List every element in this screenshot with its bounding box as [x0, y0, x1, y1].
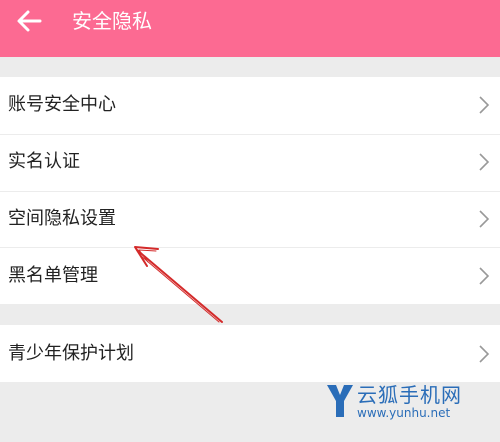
menu-item-label: 账号安全中心 — [8, 94, 116, 116]
menu-item-account-security[interactable]: 账号安全中心 — [0, 77, 500, 134]
watermark-url: www.yunhu.net — [357, 406, 451, 420]
menu-item-blacklist[interactable]: 黑名单管理 — [0, 247, 500, 304]
settings-group-primary: 账号安全中心 实名认证 空间隐私设置 黑名单管理 — [0, 77, 500, 304]
app-header: 安全隐私 — [0, 0, 500, 57]
watermark: 云狐手机网 www.yunhu.net — [325, 380, 500, 442]
menu-item-label: 黑名单管理 — [8, 264, 98, 286]
chevron-right-icon — [479, 267, 490, 285]
brand-logo-icon — [327, 385, 353, 417]
menu-item-label: 实名认证 — [8, 151, 80, 173]
settings-group-secondary: 青少年保护计划 — [0, 325, 500, 382]
chevron-right-icon — [479, 210, 490, 228]
chevron-right-icon — [479, 96, 490, 114]
menu-item-youth-protection[interactable]: 青少年保护计划 — [0, 325, 500, 382]
watermark-brand: 云狐手机网 — [357, 383, 462, 407]
chevron-right-icon — [479, 153, 490, 171]
menu-item-label: 空间隐私设置 — [8, 207, 116, 229]
page-title: 安全隐私 — [72, 9, 152, 33]
menu-item-label: 青少年保护计划 — [8, 342, 134, 364]
chevron-right-icon — [479, 344, 490, 363]
menu-item-real-name[interactable]: 实名认证 — [0, 133, 500, 191]
menu-item-space-privacy[interactable]: 空间隐私设置 — [0, 190, 500, 248]
arrow-left-icon[interactable] — [16, 9, 42, 33]
